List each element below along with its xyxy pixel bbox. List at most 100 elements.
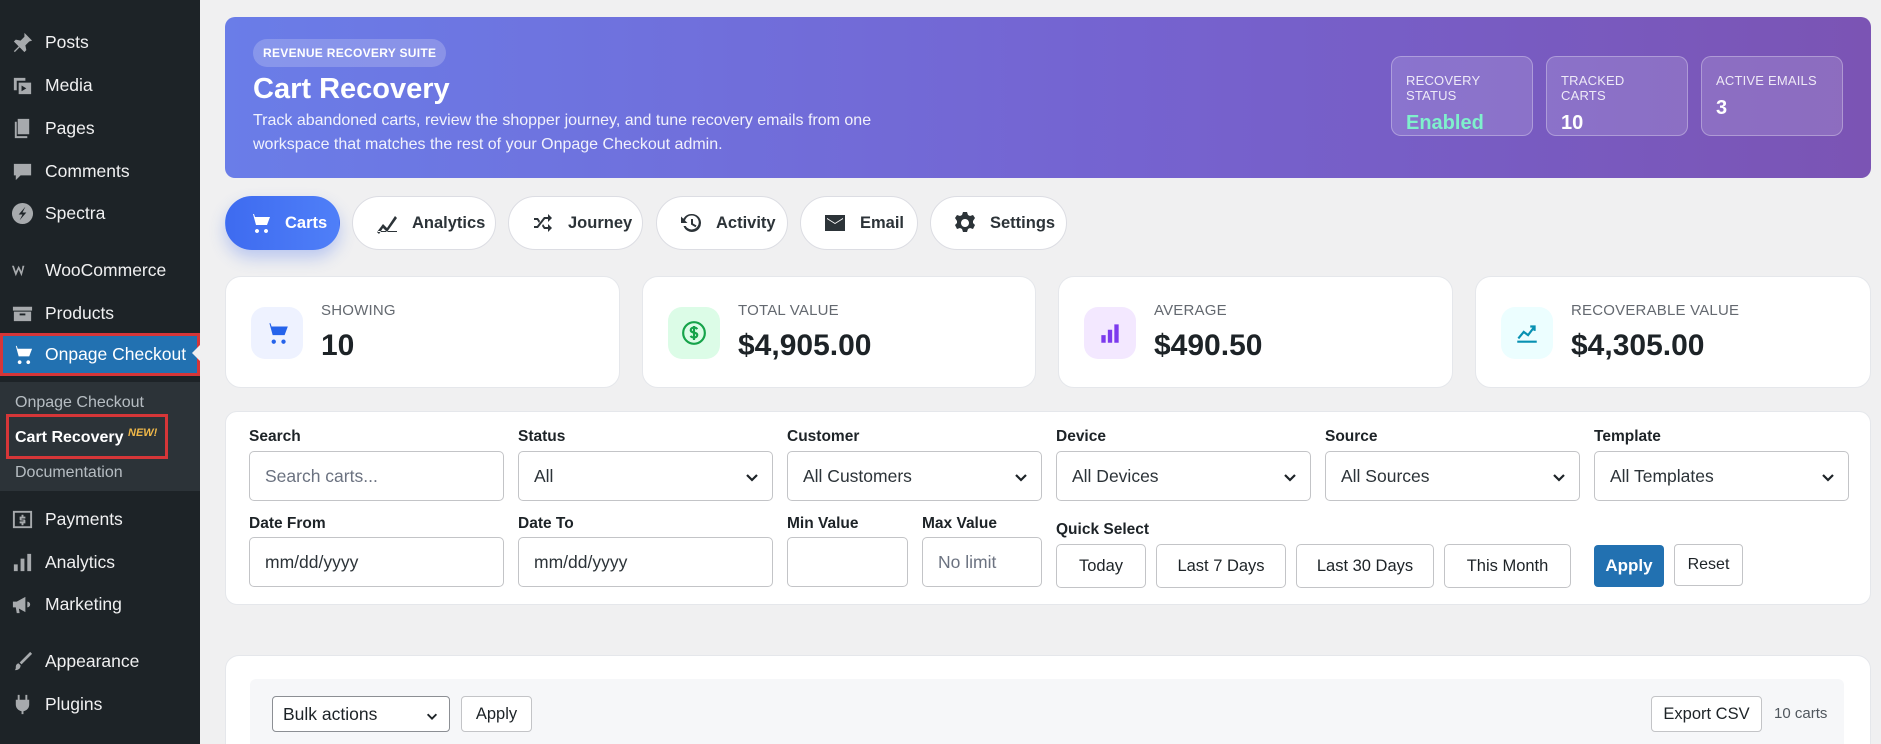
sidebar-item-marketing[interactable]: Marketing [0, 584, 200, 624]
woocommerce-icon [8, 256, 36, 284]
tab-activity[interactable]: Activity [656, 196, 788, 250]
page-title: Cart Recovery [253, 73, 450, 105]
page-description: Track abandoned carts, review the shoppe… [253, 112, 872, 153]
chevron-down-icon [1013, 469, 1029, 485]
chevron-down-icon [1282, 469, 1298, 485]
tab-journey[interactable]: Journey [508, 196, 643, 250]
pin-icon [8, 28, 36, 56]
brush-icon [8, 647, 36, 675]
sidebar-item-payments[interactable]: Payments [0, 499, 200, 539]
bulk-actions-select[interactable]: Bulk actions [272, 696, 450, 732]
stat-card-showing: SHOWING 10 [225, 276, 620, 388]
date-to-label: Date To [518, 515, 574, 532]
tab-label: Email [860, 213, 905, 232]
cart-count: 10 carts [1774, 705, 1828, 722]
bulk-actions-value: Bulk actions [283, 703, 378, 724]
stat-label: AVERAGE [1154, 302, 1227, 319]
export-csv-button[interactable]: Export CSV [1651, 696, 1762, 732]
hero-stat-value: 3 [1716, 97, 1728, 119]
hero-stat-label: RECOVERY STATUS [1406, 73, 1481, 103]
source-select[interactable]: All Sources [1325, 451, 1580, 501]
analytics-icon [8, 548, 36, 576]
stat-label: SHOWING [321, 302, 396, 319]
stat-card-recoverable-value: RECOVERABLE VALUE $4,305.00 [1475, 276, 1871, 388]
tab-label: Settings [990, 213, 1056, 232]
status-select[interactable]: All [518, 451, 773, 501]
device-label: Device [1056, 428, 1106, 445]
sidebar-item-woocommerce[interactable]: WooCommerce [0, 250, 200, 290]
hero-stat-label: TRACKED CARTS [1561, 73, 1625, 103]
sidebar-item-label: Pages [45, 117, 95, 138]
tab-settings[interactable]: Settings [930, 196, 1067, 250]
quick-select-this-month[interactable]: This Month [1444, 544, 1571, 588]
cart-icon [251, 307, 303, 359]
hero-stat-value: Enabled [1406, 112, 1484, 134]
sidebar-item-posts[interactable]: Posts [0, 22, 200, 62]
submenu-item-documentation[interactable]: Documentation [15, 464, 123, 482]
template-select-value: All Templates [1610, 465, 1714, 486]
customer-select-value: All Customers [803, 465, 912, 486]
sidebar-item-comments[interactable]: Comments [0, 151, 200, 191]
sidebar-item-label: Media [45, 74, 93, 95]
hero-stat-value: 10 [1561, 112, 1584, 134]
sidebar-item-analytics[interactable]: Analytics [0, 542, 200, 582]
bulk-apply-button[interactable]: Apply [461, 696, 532, 732]
date-to-input[interactable]: mm/dd/yyyy [518, 537, 773, 587]
sidebar-item-appearance[interactable]: Appearance [0, 641, 200, 681]
chart-icon [375, 210, 399, 236]
tab-label: Analytics [412, 213, 486, 232]
payments-icon [8, 505, 36, 533]
sidebar-item-pages[interactable]: Pages [0, 108, 200, 148]
sidebar-item-spectra[interactable]: Spectra [0, 193, 200, 233]
source-select-value: All Sources [1341, 465, 1430, 486]
submenu-item-cart-recovery[interactable]: Cart Recovery [15, 429, 124, 447]
status-label: Status [518, 428, 566, 445]
device-select[interactable]: All Devices [1056, 451, 1311, 501]
shuffle-icon [531, 210, 555, 236]
tab-analytics[interactable]: Analytics [352, 196, 496, 250]
tab-carts[interactable]: Carts [225, 196, 340, 250]
search-input[interactable]: Search carts... [249, 451, 504, 501]
comment-icon [8, 157, 36, 185]
device-select-value: All Devices [1072, 465, 1159, 486]
reset-filters-button[interactable]: Reset [1674, 544, 1743, 586]
sidebar-item-plugins[interactable]: Plugins [0, 684, 200, 724]
stat-value: $4,305.00 [1571, 329, 1705, 362]
stat-value: $490.50 [1154, 329, 1263, 362]
sidebar-item-media[interactable]: Media [0, 65, 200, 105]
admin-sidebar: Posts Media Pages Comments Spectra WooCo… [0, 0, 200, 744]
quick-select-label: Quick Select [1056, 521, 1150, 538]
tab-label: Activity [716, 213, 776, 232]
template-label: Template [1594, 428, 1661, 445]
quick-select-last-30-days[interactable]: Last 30 Days [1296, 544, 1434, 588]
quick-select-today[interactable]: Today [1056, 544, 1146, 588]
envelope-icon [823, 210, 847, 236]
date-from-input[interactable]: mm/dd/yyyy [249, 537, 504, 587]
quick-select-last-7-days[interactable]: Last 7 Days [1156, 544, 1286, 588]
customer-label: Customer [787, 428, 860, 445]
chevron-down-icon [425, 707, 439, 728]
max-value-label: Max Value [922, 515, 997, 532]
apply-filters-button[interactable]: Apply [1594, 545, 1664, 587]
sidebar-item-onpage-checkout[interactable]: Onpage Checkout [0, 333, 200, 376]
hero-stat-tracked-carts: TRACKED CARTS 10 [1546, 56, 1688, 136]
tab-email[interactable]: Email [800, 196, 918, 250]
chevron-down-icon [1820, 469, 1836, 485]
submenu-item-onpage-checkout[interactable]: Onpage Checkout [15, 394, 144, 412]
min-value-input[interactable] [787, 537, 908, 587]
spectra-icon [8, 199, 36, 227]
template-select[interactable]: All Templates [1594, 451, 1849, 501]
sidebar-item-label: Appearance [45, 650, 140, 671]
sidebar-item-label: Onpage Checkout [45, 344, 187, 364]
sidebar-item-label: Marketing [45, 593, 122, 614]
date-from-label: Date From [249, 515, 326, 532]
cart-icon [8, 341, 36, 369]
max-value-input[interactable]: No limit [922, 537, 1042, 587]
status-select-value: All [534, 465, 554, 486]
hero-stat-recovery-status: RECOVERY STATUS Enabled [1391, 56, 1533, 136]
customer-select[interactable]: All Customers [787, 451, 1042, 501]
cart-icon [248, 210, 272, 236]
hero-stat-active-emails: ACTIVE EMAILS 3 [1701, 56, 1843, 136]
sidebar-item-products[interactable]: Products [0, 293, 200, 333]
stat-label: RECOVERABLE VALUE [1571, 302, 1740, 319]
